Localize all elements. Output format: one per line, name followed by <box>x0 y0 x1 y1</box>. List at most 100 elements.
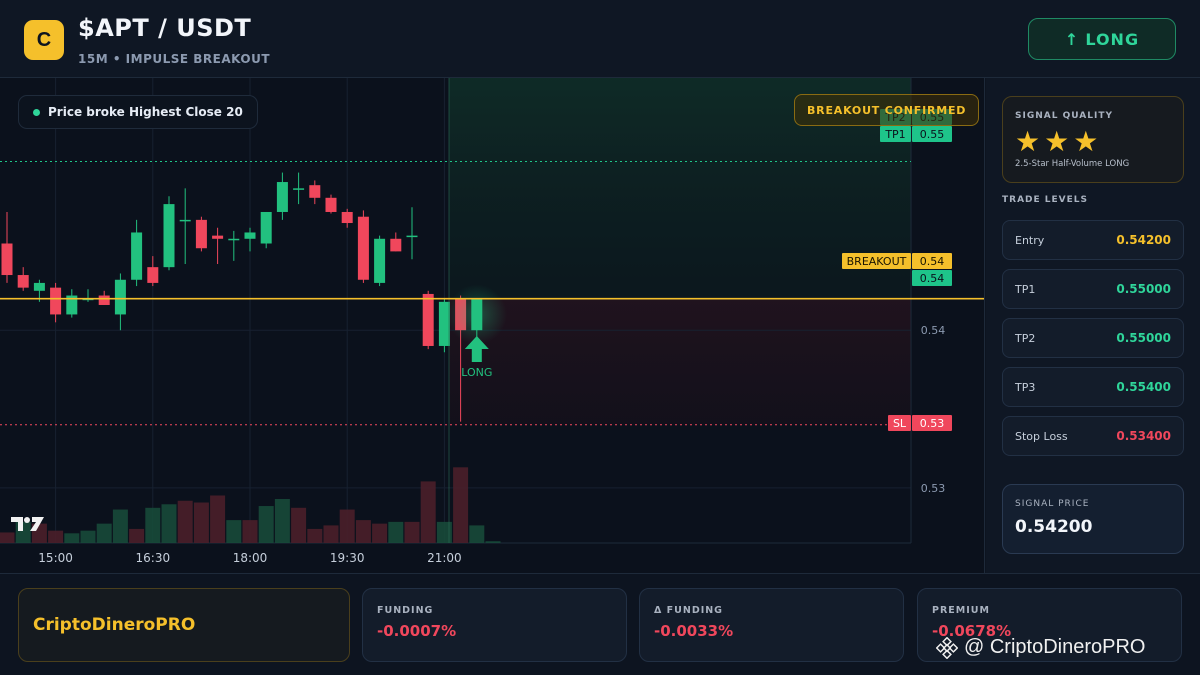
pair-title: $APT / USDT <box>78 14 252 42</box>
volume-bar <box>161 504 177 543</box>
volume-bar <box>193 502 209 543</box>
candle-body <box>212 235 224 239</box>
candle-body <box>131 232 143 280</box>
brand-name: CriptoDineroPRO <box>33 615 196 635</box>
level-value: 0.55000 <box>1116 331 1171 345</box>
status-dot <box>33 108 40 116</box>
signal-glow <box>446 284 507 345</box>
time-axis-label: 18:00 <box>233 551 268 565</box>
stop-loss-zone <box>449 298 911 425</box>
stat-key: FUNDING <box>377 605 434 616</box>
tp1-tag-label: TP1 <box>884 128 905 141</box>
volume-bar <box>274 499 290 543</box>
level-tp3: TP3 0.55400 <box>1002 367 1184 407</box>
volume-bar <box>420 481 436 543</box>
level-value: 0.53400 <box>1116 429 1171 443</box>
long-signal-button[interactable]: ↑ LONG <box>1028 18 1176 60</box>
level-value: 0.55400 <box>1116 380 1171 394</box>
volume-bar <box>210 495 226 543</box>
level-entry: Entry 0.54200 <box>1002 220 1184 260</box>
volume-bar <box>372 523 388 543</box>
volume-bar <box>145 507 161 543</box>
volume-bar <box>485 541 501 543</box>
signal-price-value: 0.54200 <box>1015 517 1093 537</box>
level-tp1: TP1 0.55000 <box>1002 269 1184 309</box>
volume-bar <box>112 509 128 543</box>
brand-logo: C <box>24 20 64 60</box>
watermark-text: @ CriptoDineroPRO <box>964 636 1146 658</box>
volume-bar <box>453 467 469 543</box>
candle-body <box>276 182 288 212</box>
volume-bar <box>226 520 242 543</box>
volume-bar <box>242 520 258 543</box>
level-key: TP3 <box>1015 380 1036 394</box>
candle-body <box>98 295 110 305</box>
level-key: TP2 <box>1015 331 1036 345</box>
volume-bar <box>129 528 145 543</box>
logo-letter: C <box>36 28 52 51</box>
time-axis-label: 21:00 <box>427 551 462 565</box>
stat-value: -0.0033% <box>654 622 734 640</box>
price-axis-label: 0.54 <box>921 324 946 337</box>
level-value: 0.55000 <box>1116 282 1171 296</box>
breakout-tag-label: BREAKOUT <box>847 255 907 268</box>
signal-sidebar: SIGNAL QUALITY ★ ★ ★ 2.5-Star Half-Volum… <box>986 78 1200 573</box>
volume-bar <box>64 533 80 543</box>
stat-value: -0.0007% <box>377 622 457 640</box>
star-icon: ★ <box>1044 125 1070 158</box>
watermark: @ CriptoDineroPRO <box>936 636 1145 659</box>
volume-bar <box>436 521 452 543</box>
volume-bar <box>96 523 112 543</box>
level-key: Stop Loss <box>1015 429 1068 443</box>
status-pill: Price broke Highest Close 20 <box>18 95 258 129</box>
price-axis-label: 0.53 <box>921 482 946 495</box>
star-icon: ★ <box>1073 125 1099 158</box>
candle-body <box>325 197 337 212</box>
timeframe-subtitle: 15M • IMPULSE BREAKOUT <box>78 52 271 66</box>
volume-bar <box>388 521 404 543</box>
candle-body <box>1 243 13 276</box>
star-rating: ★ ★ ★ <box>1015 127 1171 157</box>
volume-bar <box>339 509 355 543</box>
time-axis-label: 15:00 <box>38 551 73 565</box>
volume-bar <box>177 500 193 543</box>
trade-levels-title: TRADE LEVELS <box>1002 195 1088 205</box>
candle-body <box>228 238 240 241</box>
signal-price-card: SIGNAL PRICE 0.54200 <box>1002 484 1184 554</box>
current-price-tag: 0.54 <box>920 272 945 285</box>
volume-bar <box>323 525 339 543</box>
binance-icon <box>936 636 958 659</box>
header: C $APT / USDT 15M • IMPULSE BREAKOUT ↑ L… <box>0 0 1200 78</box>
long-label: LONG <box>1085 29 1140 49</box>
sl-tag-label: SL <box>893 417 907 430</box>
level-value: 0.54200 <box>1116 233 1171 247</box>
candle-body <box>179 219 191 222</box>
volume-bar <box>80 530 96 543</box>
time-axis-label: 16:30 <box>136 551 171 565</box>
volume-bar <box>307 528 323 543</box>
footer: CriptoDineroPRO FUNDING -0.0007% Δ FUNDI… <box>0 573 1200 675</box>
candle-body <box>147 267 159 283</box>
stat-key: PREMIUM <box>932 605 990 616</box>
volume-bar <box>258 506 274 543</box>
candle-body <box>244 232 256 239</box>
brand-card: CriptoDineroPRO <box>18 588 350 662</box>
volume-bar <box>469 525 485 543</box>
candle-body <box>260 211 272 244</box>
volume-bar <box>0 532 15 543</box>
volume-bar <box>291 507 307 543</box>
stat-key: Δ FUNDING <box>654 605 723 616</box>
candle-body <box>390 238 402 252</box>
candle-body <box>17 275 29 288</box>
candle-body <box>357 216 369 280</box>
candlestick-chart: LONG TP20.55TP10.55BREAKOUT0.540.54SL0.5… <box>0 78 984 565</box>
level-key: TP1 <box>1015 282 1036 296</box>
status-text: Price broke Highest Close 20 <box>48 105 243 119</box>
breakout-tag-value: 0.54 <box>920 255 945 268</box>
long-marker-label: LONG <box>461 366 492 379</box>
candle-body <box>195 219 207 249</box>
candle-body <box>422 293 434 346</box>
price-chart[interactable]: LONG TP20.55TP10.55BREAKOUT0.540.54SL0.5… <box>0 78 985 573</box>
candle-body <box>374 238 386 283</box>
level-stop-loss: Stop Loss 0.53400 <box>1002 416 1184 456</box>
